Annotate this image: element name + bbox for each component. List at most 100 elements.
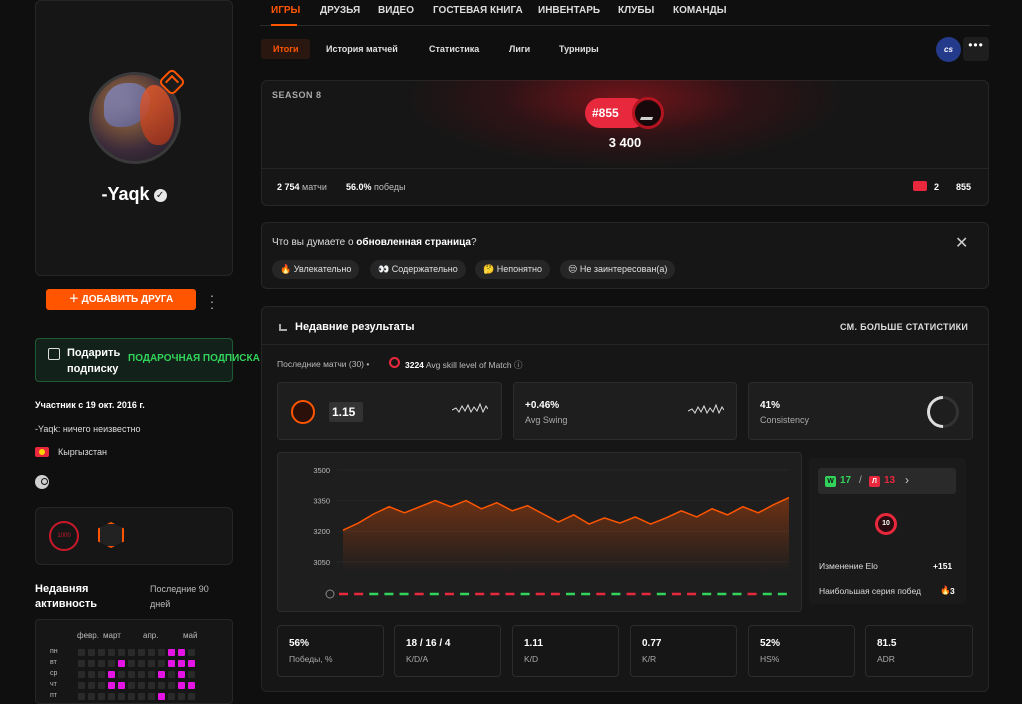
country-level: 2 <box>934 182 939 192</box>
info-icon <box>325 589 335 599</box>
nickname: -Yaqk ✓ <box>35 184 233 205</box>
cs-game-logo-icon[interactable]: cs <box>936 37 961 62</box>
win-icon: W <box>825 476 836 487</box>
more-button[interactable]: ••• <box>963 37 989 61</box>
heatmap-cell <box>88 660 95 667</box>
stat-value: 18 / 16 / 4 <box>406 638 451 649</box>
win-streak-value: 3 <box>950 586 955 596</box>
heatmap-day: ср <box>50 670 58 677</box>
stat-card-kr <box>630 625 737 677</box>
tab-games[interactable]: ИГРЫ <box>271 5 300 16</box>
subtab-match-history[interactable]: История матчей <box>326 44 398 54</box>
heatmap-cell <box>128 682 135 689</box>
feedback-chip[interactable]: 😒 Не заинтересован(а) <box>560 260 676 279</box>
heatmap-cell <box>148 649 155 656</box>
recent-activity-range: Последние 90 дней <box>150 584 209 609</box>
heatmap-cell <box>178 682 185 689</box>
tab-video[interactable]: ВИДЕО <box>378 5 414 16</box>
feedback-question: Что вы думаете о обновленная страница? <box>272 237 477 248</box>
add-friend-button[interactable]: ＋ ДОБАВИТЬ ДРУГА <box>46 289 196 310</box>
heatmap-cell <box>138 660 145 667</box>
subtab-leagues[interactable]: Лиги <box>509 44 530 54</box>
heatmap-cell <box>188 671 195 678</box>
feedback-chip[interactable]: 🔥 Увлекательно <box>272 260 360 279</box>
heatmap-cell <box>88 693 95 700</box>
heatmap-cell <box>128 693 135 700</box>
consistency-label: Consistency <box>760 415 810 425</box>
heatmap-day: вт <box>50 659 57 666</box>
divider <box>261 344 989 345</box>
heatmap-cell <box>168 682 175 689</box>
feedback-chip[interactable]: 👀 Содержательно <box>370 260 466 279</box>
heatmap-cell <box>78 671 85 678</box>
skill-level-icon <box>389 357 400 368</box>
heatmap-day: чт <box>50 681 57 688</box>
see-more-stats-link[interactable]: СМ. БОЛЬШЕ СТАТИСТИКИ <box>840 322 968 332</box>
wins-label: победы <box>374 182 406 192</box>
heatmap-cell <box>98 682 105 689</box>
subtab-statistics[interactable]: Статистика <box>429 44 479 54</box>
tab-teams[interactable]: КОМАНДЫ <box>673 5 727 16</box>
subtab-tournaments[interactable]: Турниры <box>559 44 599 54</box>
stat-label: K/D <box>524 654 539 664</box>
heatmap-cell <box>158 693 165 700</box>
wins-count: 17 <box>840 475 852 486</box>
y-tick-label: 3200 <box>313 527 330 536</box>
chevron-right-icon[interactable]: › <box>905 473 909 487</box>
tab-clubs[interactable]: КЛУБЫ <box>618 5 654 16</box>
heatmap-cell <box>118 682 125 689</box>
loss-icon: Л <box>869 476 880 487</box>
heatmap-day: пт <box>50 692 57 699</box>
subtab-overview-label[interactable]: Итоги <box>273 44 299 54</box>
win-streak-label: Наибольшая серия побед <box>819 586 921 596</box>
heatmap-cell <box>138 649 145 656</box>
stat-label: K/R <box>642 654 657 664</box>
tab-guestbook[interactable]: ГОСТЕВАЯ КНИГА <box>433 5 523 16</box>
country: Кыргызстан <box>58 447 107 457</box>
heatmap-cell <box>98 671 105 678</box>
steam-icon[interactable] <box>35 475 49 489</box>
heatmap-cell <box>128 660 135 667</box>
elo-change-label: Изменение Elo <box>819 561 878 571</box>
add-friend-label: ДОБАВИТЬ ДРУГА <box>81 294 174 305</box>
heatmap-cell <box>78 693 85 700</box>
rank-emblem-icon <box>632 97 664 129</box>
heatmap-cell <box>168 693 175 700</box>
tab-friends[interactable]: ДРУЗЬЯ <box>320 5 360 16</box>
heatmap-cell <box>98 693 105 700</box>
profile-more-icon[interactable]: · · · <box>208 288 216 314</box>
heatmap-cell <box>148 682 155 689</box>
stat-value: 1.11 <box>524 638 543 649</box>
kd-value: 1.15 <box>329 402 363 422</box>
heatmap-cell <box>148 671 155 678</box>
consistency-value: 41% <box>760 400 781 411</box>
heatmap-cell <box>188 660 195 667</box>
heatmap-cell <box>188 682 195 689</box>
fire-icon: 🔥 <box>940 585 951 595</box>
heatmap-cell <box>148 693 155 700</box>
avg-skill: 3224 Avg skill level of Match ⓘ <box>405 359 523 371</box>
badge-1000-icon[interactable]: 1000 <box>49 521 79 551</box>
heatmap-cell <box>118 660 125 667</box>
swing-value: +0.46% <box>525 400 560 411</box>
season-label: SEASON 8 <box>272 90 322 100</box>
elo-chart: 3500 3350 3200 3050 <box>313 466 790 599</box>
kd-icon <box>291 400 315 424</box>
heatmap-cell <box>168 671 175 678</box>
season-matches: 2 754 матчи <box>277 182 327 192</box>
stat-value: 0.77 <box>642 638 662 649</box>
stat-card-win-rate <box>277 625 384 677</box>
close-icon[interactable]: ✕ <box>955 233 968 253</box>
losses-count: 13 <box>884 475 896 486</box>
heatmap-month: февр. <box>77 631 99 640</box>
info-icon[interactable]: ⓘ <box>514 360 523 370</box>
heatmap-cell <box>158 682 165 689</box>
gift-subscription-link[interactable]: ПОДАРОЧНАЯ ПОДПИСКА <box>128 353 260 364</box>
verified-icon: ✓ <box>153 188 167 202</box>
tab-inventory[interactable]: ИНВЕНТАРЬ <box>538 5 600 16</box>
heatmap-cell <box>98 649 105 656</box>
skill-level-badge-icon: 10 <box>875 513 897 535</box>
kd-sparkline <box>452 402 488 414</box>
feedback-chip[interactable]: 🤔 Непонятно <box>475 260 551 279</box>
avg-skill-value: 3224 <box>405 360 424 370</box>
